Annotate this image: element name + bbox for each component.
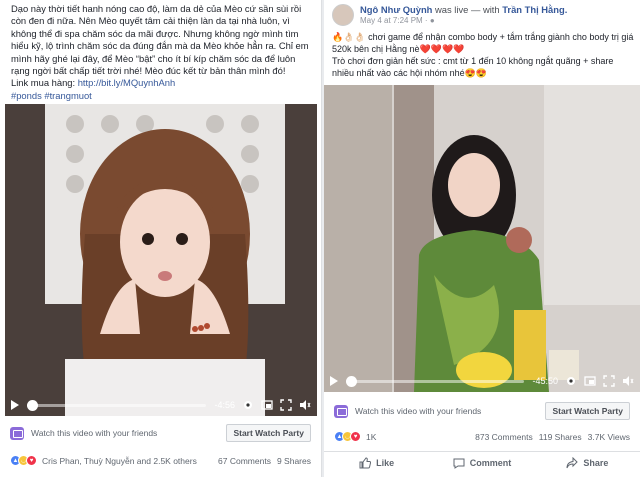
time-remaining: -4:56: [214, 400, 235, 410]
engagement-stats: ▲ ◡ ♥ Cris Phan, Thuỳ Nguyễn and 2.5K ot…: [10, 455, 311, 466]
watch-party-row: Watch this video with your friends Start…: [334, 402, 630, 420]
shares-count[interactable]: 119 Shares: [539, 432, 582, 442]
comment-icon: [453, 458, 465, 469]
post-caption: Dạo này thời tiết hanh nóng cao độ, làm …: [0, 0, 321, 101]
link-label: Link mua hàng:: [11, 77, 78, 89]
reactions-summary[interactable]: Cris Phan, Thuỳ Nguyễn and 2.5K others: [42, 456, 197, 466]
shares-count[interactable]: 9 Shares: [277, 456, 311, 466]
picture-in-picture-icon[interactable]: [261, 399, 273, 411]
progress-knob[interactable]: [346, 375, 357, 387]
hashtags[interactable]: #ponds #trangmuot: [11, 90, 92, 101]
start-watch-party-button[interactable]: Start Watch Party: [226, 424, 311, 442]
video-frame: [324, 85, 640, 392]
watch-party-icon: [10, 426, 24, 440]
caption-text: Dạo này thời tiết hanh nóng cao độ, làm …: [11, 3, 309, 77]
reaction-icons[interactable]: ▲ ◡ ♥: [10, 455, 37, 466]
thumbs-up-icon: [359, 456, 372, 468]
post-date-text[interactable]: May 4 at 7:24 PM: [360, 16, 423, 25]
share-button[interactable]: Share: [535, 452, 640, 473]
video-player[interactable]: -45:50: [324, 85, 640, 392]
right-post: Ngô Như Quỳnh was live — with Trần Thị H…: [324, 0, 640, 477]
body-line-1: 🔥👌🏻👌🏻 chơi game để nhận combo body + tắm…: [332, 32, 634, 54]
progress-bar[interactable]: [27, 399, 207, 411]
comments-count[interactable]: 873 Comments: [475, 432, 533, 442]
mute-icon[interactable]: [622, 375, 634, 387]
like-label: Like: [376, 457, 395, 468]
play-icon[interactable]: [330, 376, 338, 386]
action-bar: Like Comment Share: [324, 451, 640, 473]
watch-party-text: Watch this video with your friends: [31, 428, 158, 438]
mute-icon[interactable]: [299, 399, 311, 411]
like-button[interactable]: Like: [324, 452, 429, 473]
watch-party-row: Watch this video with your friends Start…: [10, 424, 311, 442]
video-controls: -45:50: [324, 370, 640, 392]
body-line-2: Trò chơi đơn giản hết sức : cmt từ 1 đến…: [332, 56, 614, 78]
avatar[interactable]: [332, 4, 354, 26]
progress-bar[interactable]: [346, 375, 525, 387]
author-name[interactable]: Ngô Như Quỳnh: [360, 4, 432, 15]
time-remaining: -45:50: [532, 376, 558, 386]
video-controls: -4:56: [5, 394, 317, 416]
globe-icon: ●: [429, 16, 435, 25]
post-header: Ngô Như Quỳnh was live — with Trần Thị H…: [332, 4, 632, 26]
reaction-icons[interactable]: ▲ ◡ ♥: [334, 431, 361, 442]
tagged-name[interactable]: Trần Thị Hằng.: [502, 4, 567, 15]
comments-count[interactable]: 67 Comments: [218, 456, 271, 466]
play-icon[interactable]: [11, 400, 19, 410]
video-player[interactable]: -4:56: [5, 104, 317, 416]
comment-label: Comment: [469, 457, 512, 468]
purchase-link[interactable]: http://bit.ly/MQuynhAnh: [78, 77, 175, 88]
picture-in-picture-icon[interactable]: [584, 375, 596, 387]
video-frame: [5, 104, 317, 416]
author-line: Ngô Như Quỳnh was live — with Trần Thị H…: [360, 4, 567, 15]
reaction-count[interactable]: 1K: [366, 432, 376, 442]
love-reaction-icon: ♥: [26, 455, 37, 466]
views-count[interactable]: 3.7K Views: [588, 432, 630, 442]
comment-button[interactable]: Comment: [429, 452, 534, 473]
engagement-stats: ▲ ◡ ♥ 1K 873 Comments 119 Shares 3.7K Vi…: [334, 431, 630, 442]
fullscreen-icon[interactable]: [603, 375, 615, 387]
left-post: Dạo này thời tiết hanh nóng cao độ, làm …: [0, 0, 322, 477]
watch-party-text: Watch this video with your friends: [355, 406, 482, 416]
fullscreen-icon[interactable]: [280, 399, 292, 411]
start-watch-party-button[interactable]: Start Watch Party: [545, 402, 630, 420]
love-reaction-icon: ♥: [350, 431, 361, 442]
share-icon: [566, 456, 579, 468]
live-text: was live — with: [432, 4, 503, 15]
progress-knob[interactable]: [27, 399, 38, 411]
post-body: 🔥👌🏻👌🏻 chơi game để nhận combo body + tắm…: [332, 31, 634, 79]
settings-icon[interactable]: [242, 399, 254, 411]
post-date: May 4 at 7:24 PM · ●: [360, 16, 435, 25]
share-label: Share: [583, 457, 609, 468]
settings-icon[interactable]: [565, 375, 577, 387]
watch-party-icon: [334, 404, 348, 418]
